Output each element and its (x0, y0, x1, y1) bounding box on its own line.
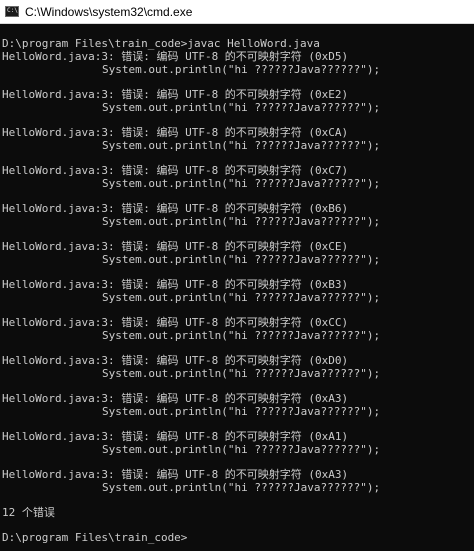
cmd-window: C:\ C:\Windows\system32\cmd.exe D:\progr… (0, 0, 474, 551)
error-message: HelloWord.java:3: 错误: 编码 UTF-8 的不可映射字符 (… (2, 430, 349, 443)
error-message: HelloWord.java:3: 错误: 编码 UTF-8 的不可映射字符 (… (2, 164, 349, 177)
error-source-line: System.out.println("hi ??????Java??????"… (102, 215, 381, 228)
cmd-console-icon: C:\ (5, 6, 19, 17)
error-source-line: System.out.println("hi ??????Java??????"… (102, 367, 381, 380)
error-source-line: System.out.println("hi ??????Java??????"… (102, 63, 381, 76)
error-source-line: System.out.println("hi ??????Java??????"… (102, 329, 381, 342)
error-source-line: System.out.println("hi ??????Java??????"… (102, 443, 381, 456)
error-message: HelloWord.java:3: 错误: 编码 UTF-8 的不可映射字符 (… (2, 468, 349, 481)
error-source-line: System.out.println("hi ??????Java??????"… (102, 101, 381, 114)
title-bar[interactable]: C:\ C:\Windows\system32\cmd.exe (0, 0, 474, 24)
command-prompt[interactable]: D:\program Files\train_code> (2, 531, 474, 544)
command-line: D:\program Files\train_code>javac HelloW… (2, 37, 320, 50)
console-output[interactable]: D:\program Files\train_code>javac HelloW… (0, 24, 474, 551)
error-message: HelloWord.java:3: 错误: 编码 UTF-8 的不可映射字符 (… (2, 240, 349, 253)
error-message: HelloWord.java:3: 错误: 编码 UTF-8 的不可映射字符 (… (2, 392, 349, 405)
error-source-line: System.out.println("hi ??????Java??????"… (102, 405, 381, 418)
error-message: HelloWord.java:3: 错误: 编码 UTF-8 的不可映射字符 (… (2, 50, 349, 63)
error-source-line: System.out.println("hi ??????Java??????"… (102, 253, 381, 266)
error-source-line: System.out.println("hi ??????Java??????"… (102, 139, 381, 152)
window-title: C:\Windows\system32\cmd.exe (25, 4, 193, 19)
error-list: HelloWord.java:3: 错误: 编码 UTF-8 的不可映射字符 (… (2, 50, 474, 494)
error-message: HelloWord.java:3: 错误: 编码 UTF-8 的不可映射字符 (… (2, 316, 349, 329)
error-source-line: System.out.println("hi ??????Java??????"… (102, 291, 381, 304)
error-source-line: System.out.println("hi ??????Java??????"… (102, 481, 381, 494)
error-summary: 12 个错误 (2, 506, 55, 519)
error-message: HelloWord.java:3: 错误: 编码 UTF-8 的不可映射字符 (… (2, 126, 349, 139)
error-message: HelloWord.java:3: 错误: 编码 UTF-8 的不可映射字符 (… (2, 88, 349, 101)
error-message: HelloWord.java:3: 错误: 编码 UTF-8 的不可映射字符 (… (2, 278, 349, 291)
error-message: HelloWord.java:3: 错误: 编码 UTF-8 的不可映射字符 (… (2, 354, 349, 367)
error-source-line: System.out.println("hi ??????Java??????"… (102, 177, 381, 190)
error-message: HelloWord.java:3: 错误: 编码 UTF-8 的不可映射字符 (… (2, 202, 349, 215)
